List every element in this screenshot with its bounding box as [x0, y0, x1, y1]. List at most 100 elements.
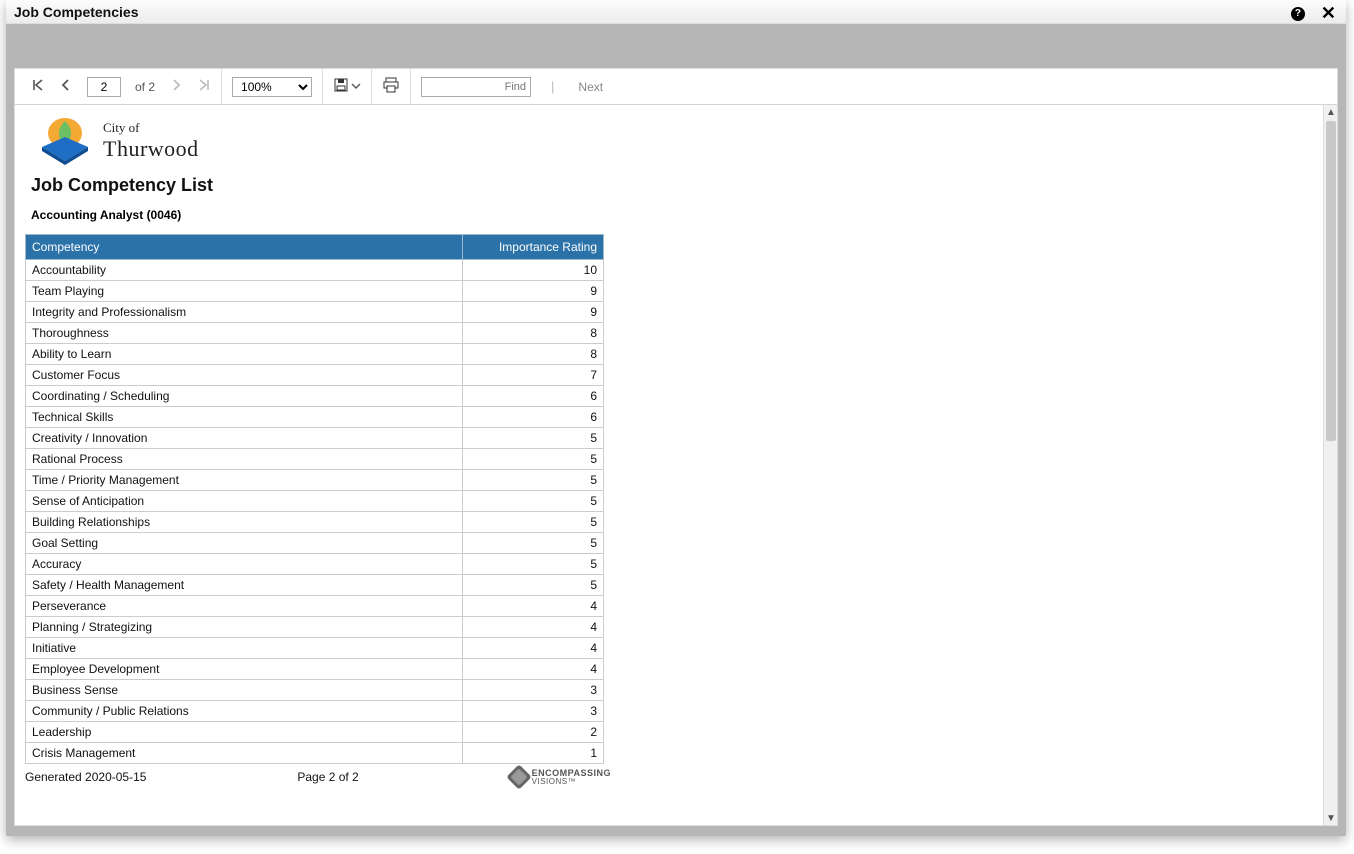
print-icon[interactable] — [382, 77, 400, 96]
first-page-icon[interactable] — [31, 78, 45, 95]
vertical-scrollbar[interactable]: ▲ ▼ — [1323, 105, 1337, 825]
table-row: Community / Public Relations3 — [26, 701, 604, 722]
competency-name: Employee Development — [26, 659, 463, 680]
separator: | — [551, 79, 554, 94]
table-row: Crisis Management1 — [26, 743, 604, 764]
competency-name: Team Playing — [26, 281, 463, 302]
competency-rating: 6 — [463, 407, 604, 428]
competency-rating: 3 — [463, 680, 604, 701]
competency-name: Accountability — [26, 260, 463, 281]
competency-rating: 5 — [463, 554, 604, 575]
competency-name: Building Relationships — [26, 512, 463, 533]
competency-rating: 7 — [463, 365, 604, 386]
competency-name: Planning / Strategizing — [26, 617, 463, 638]
zoom-group: 100% — [222, 69, 323, 104]
titlebar: Job Competencies ? ✕ — [6, 0, 1346, 24]
competency-name: Community / Public Relations — [26, 701, 463, 722]
competency-rating: 9 — [463, 302, 604, 323]
page-count-label: of 2 — [135, 80, 155, 94]
table-row: Team Playing9 — [26, 281, 604, 302]
table-row: Employee Development4 — [26, 659, 604, 680]
col-rating: Importance Rating — [463, 235, 604, 260]
last-page-icon[interactable] — [197, 78, 211, 95]
competency-rating: 1 — [463, 743, 604, 764]
report-area: City of Thurwood Job Competency List Acc… — [15, 105, 1323, 825]
zoom-select[interactable]: 100% — [232, 77, 312, 97]
competency-rating: 4 — [463, 596, 604, 617]
print-group — [372, 69, 411, 104]
table-row: Technical Skills6 — [26, 407, 604, 428]
competency-name: Time / Priority Management — [26, 470, 463, 491]
competency-name: Thoroughness — [26, 323, 463, 344]
next-page-icon[interactable] — [169, 78, 183, 95]
brand-text: City of Thurwood — [103, 120, 199, 162]
competency-name: Accuracy — [26, 554, 463, 575]
competency-name: Perseverance — [26, 596, 463, 617]
vendor-logo: ENCOMPASSING VISIONS™ — [510, 768, 611, 786]
competency-name: Business Sense — [26, 680, 463, 701]
report-subtitle: Accounting Analyst (0046) — [31, 208, 1313, 222]
table-row: Goal Setting5 — [26, 533, 604, 554]
competency-rating: 5 — [463, 491, 604, 512]
competency-rating: 5 — [463, 428, 604, 449]
competency-rating: 2 — [463, 722, 604, 743]
table-row: Initiative4 — [26, 638, 604, 659]
table-row: Customer Focus7 — [26, 365, 604, 386]
competency-rating: 6 — [463, 386, 604, 407]
competency-name: Safety / Health Management — [26, 575, 463, 596]
table-row: Accountability10 — [26, 260, 604, 281]
find-next-link[interactable]: Next — [578, 80, 603, 94]
competency-name: Ability to Learn — [26, 344, 463, 365]
competency-rating: 5 — [463, 449, 604, 470]
scroll-thumb[interactable] — [1326, 121, 1336, 441]
competency-rating: 5 — [463, 470, 604, 491]
competency-name: Leadership — [26, 722, 463, 743]
competency-rating: 4 — [463, 617, 604, 638]
vendor-logo-icon — [506, 764, 531, 789]
table-row: Integrity and Professionalism9 — [26, 302, 604, 323]
table-row: Accuracy5 — [26, 554, 604, 575]
table-row: Coordinating / Scheduling6 — [26, 386, 604, 407]
competency-rating: 8 — [463, 323, 604, 344]
page-number-input[interactable] — [87, 77, 121, 97]
brand-line2: Thurwood — [103, 136, 199, 162]
close-icon[interactable]: ✕ — [1321, 3, 1336, 24]
competency-name: Customer Focus — [26, 365, 463, 386]
help-icon[interactable]: ? — [1291, 7, 1305, 21]
scroll-down-icon[interactable]: ▼ — [1324, 811, 1338, 825]
find-group: | Next — [411, 69, 613, 104]
competency-name: Integrity and Professionalism — [26, 302, 463, 323]
competency-rating: 3 — [463, 701, 604, 722]
table-row: Safety / Health Management5 — [26, 575, 604, 596]
table-row: Creativity / Innovation5 — [26, 428, 604, 449]
brand-logo-icon — [37, 117, 93, 165]
competency-name: Sense of Anticipation — [26, 491, 463, 512]
competency-name: Technical Skills — [26, 407, 463, 428]
table-row: Building Relationships5 — [26, 512, 604, 533]
competency-name: Coordinating / Scheduling — [26, 386, 463, 407]
report-viewer: of 2 100% — [14, 68, 1338, 826]
prev-page-icon[interactable] — [59, 78, 73, 95]
competency-rating: 10 — [463, 260, 604, 281]
competency-name: Goal Setting — [26, 533, 463, 554]
competency-rating: 5 — [463, 512, 604, 533]
table-row: Ability to Learn8 — [26, 344, 604, 365]
competency-table: Competency Importance Rating Accountabil… — [25, 234, 604, 764]
save-dropdown-icon[interactable] — [351, 79, 361, 94]
competency-name: Crisis Management — [26, 743, 463, 764]
window: Job Competencies ? ✕ of 2 — [6, 0, 1346, 836]
brand-line1: City of — [103, 120, 199, 136]
competency-name: Initiative — [26, 638, 463, 659]
competency-rating: 8 — [463, 344, 604, 365]
window-title: Job Competencies — [14, 4, 138, 20]
table-row: Rational Process5 — [26, 449, 604, 470]
save-icon[interactable] — [333, 77, 349, 96]
competency-rating: 4 — [463, 638, 604, 659]
competency-name: Creativity / Innovation — [26, 428, 463, 449]
page-label: Page 2 of 2 — [297, 770, 358, 784]
scroll-up-icon[interactable]: ▲ — [1324, 105, 1338, 119]
report-title: Job Competency List — [31, 175, 1313, 196]
find-input[interactable] — [421, 77, 531, 97]
table-row: Business Sense3 — [26, 680, 604, 701]
save-group — [323, 69, 372, 104]
